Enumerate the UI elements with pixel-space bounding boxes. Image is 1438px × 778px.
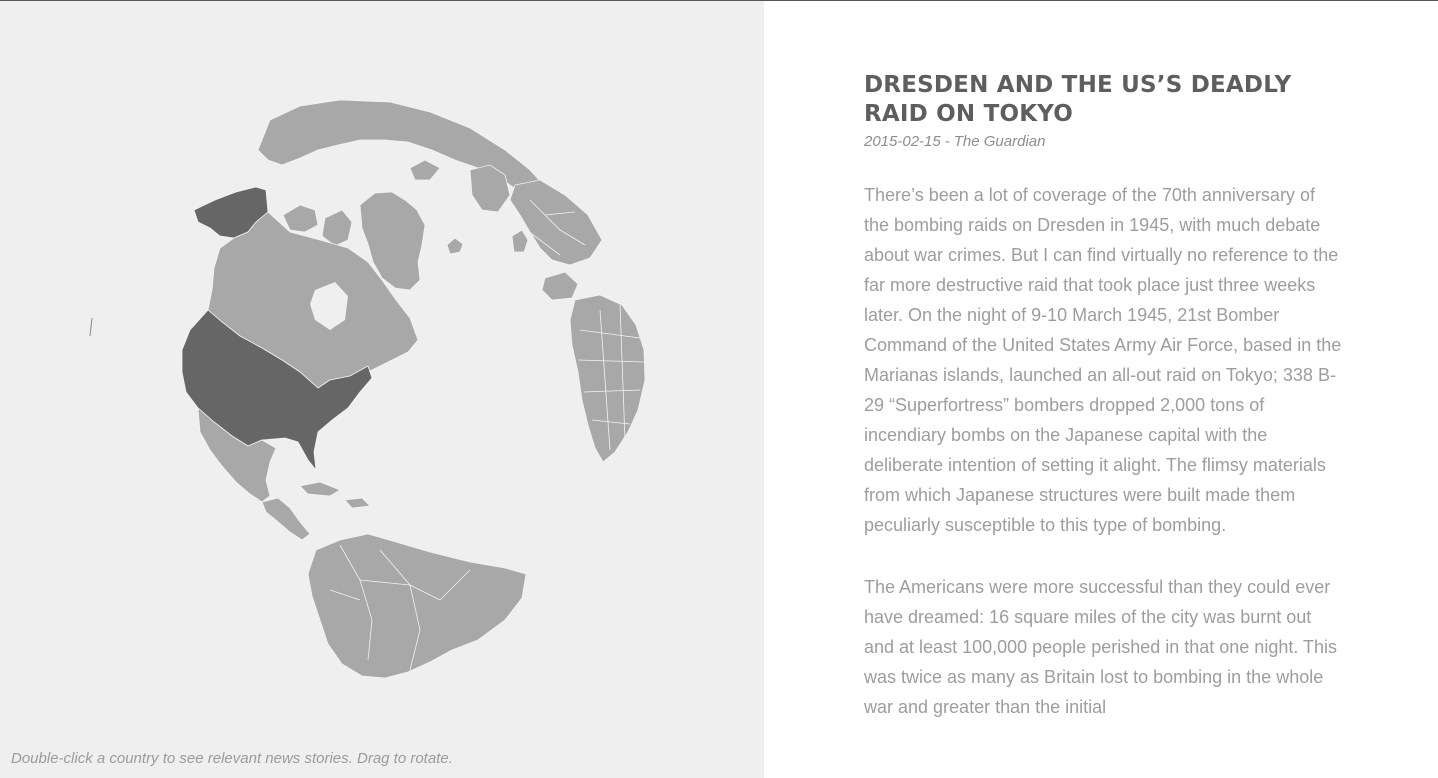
article-paragraph: There’s been a lot of coverage of the 70…	[864, 185, 1342, 535]
country-cuba[interactable]	[299, 481, 341, 497]
country-africa[interactable]	[569, 294, 646, 463]
country-svalbard[interactable]	[409, 159, 441, 181]
meta-separator: -	[944, 133, 950, 150]
map-instructions: Double-click a country to see relevant n…	[11, 750, 453, 767]
article-date: 2015-02-15	[864, 133, 941, 150]
article-body: There’s been a lot of coverage of the 70…	[864, 180, 1342, 722]
article-paragraph: The Americans were more successful than …	[864, 577, 1338, 717]
country-canada-arctic[interactable]	[282, 204, 319, 233]
globe-map[interactable]	[0, 1, 764, 778]
south-america[interactable]	[307, 533, 527, 679]
country-uk[interactable]	[511, 229, 529, 253]
country-iceland[interactable]	[446, 237, 464, 255]
article-title: DRESDEN AND THE US’S DEADLY RAID ON TOKY…	[864, 72, 1292, 127]
central-america[interactable]	[261, 497, 311, 541]
article: DRESDEN AND THE US’S DEADLY RAID ON TOKY…	[864, 71, 1342, 754]
map-artifact	[89, 317, 93, 337]
caribbean-islands[interactable]	[344, 497, 371, 509]
article-panel[interactable]: DRESDEN AND THE US’S DEADLY RAID ON TOKY…	[764, 1, 1438, 778]
article-meta: 2015-02-15 - The Guardian	[864, 133, 1342, 150]
country-iberia[interactable]	[541, 271, 579, 301]
country-canada-arctic-2[interactable]	[321, 209, 353, 247]
article-source: The Guardian	[953, 133, 1046, 150]
globe-panel[interactable]: Double-click a country to see relevant n…	[0, 1, 764, 778]
